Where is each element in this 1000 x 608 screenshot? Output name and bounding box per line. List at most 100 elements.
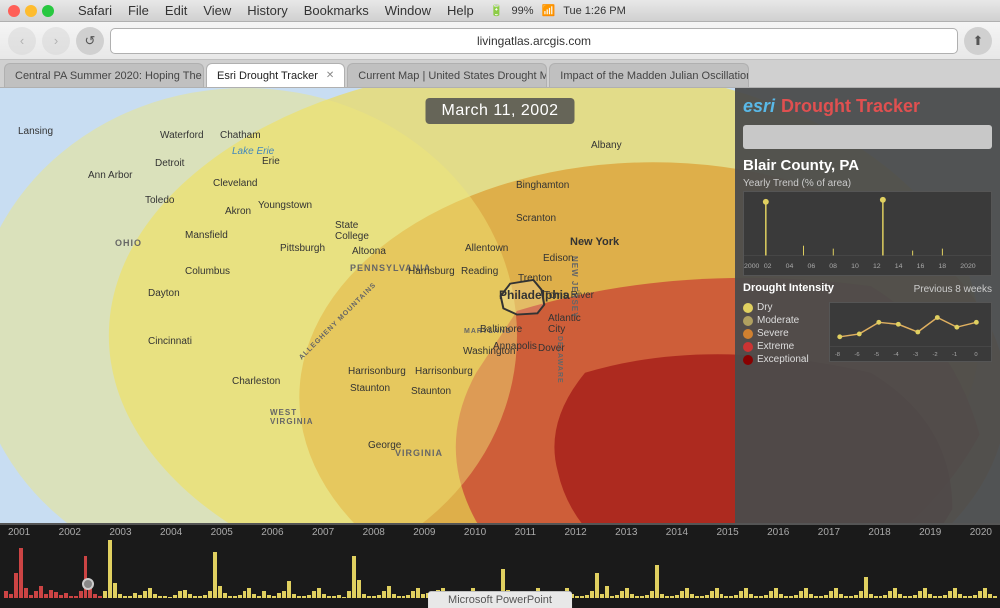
- timeline-bar-172[interactable]: [859, 591, 863, 598]
- tab-4[interactable]: Impact of the Madden Julian Oscillation …: [549, 63, 749, 87]
- timeline-bar-161[interactable]: [804, 588, 808, 598]
- timeline-bar-23[interactable]: [118, 594, 122, 598]
- timeline-bar-187[interactable]: [933, 596, 937, 599]
- timeline-bar-52[interactable]: [262, 591, 266, 599]
- timeline-bar-32[interactable]: [163, 596, 167, 598]
- reload-button[interactable]: ↺: [76, 27, 104, 55]
- timeline-bar-168[interactable]: [839, 594, 843, 598]
- timeline-bar-196[interactable]: [978, 591, 982, 598]
- menu-history[interactable]: History: [247, 3, 287, 18]
- forward-button[interactable]: ›: [42, 27, 70, 55]
- timeline-bar-182[interactable]: [908, 596, 912, 598]
- timeline-bar-25[interactable]: [128, 596, 132, 598]
- timeline-bar-30[interactable]: [153, 594, 157, 598]
- search-input[interactable]: [743, 125, 992, 149]
- timeline-bar-76[interactable]: [382, 591, 386, 598]
- timeline-bar-154[interactable]: [769, 591, 773, 598]
- timeline-bar-116[interactable]: [580, 596, 584, 598]
- menu-safari[interactable]: Safari: [78, 3, 112, 18]
- timeline-bar-70[interactable]: [352, 556, 356, 598]
- timeline-bar-130[interactable]: [650, 591, 654, 598]
- timeline-bar-29[interactable]: [148, 588, 152, 598]
- timeline-bar-21[interactable]: [108, 540, 112, 598]
- timeline-bar-142[interactable]: [710, 591, 714, 598]
- tab-2[interactable]: Esri Drought Tracker ✕: [206, 63, 345, 87]
- timeline-bar-83[interactable]: [416, 588, 420, 598]
- timeline-bar-49[interactable]: [247, 588, 251, 598]
- timeline-bar-183[interactable]: [913, 595, 917, 598]
- timeline-bar-159[interactable]: [794, 595, 798, 598]
- mac-traffic-lights[interactable]: [8, 5, 54, 17]
- timeline-bar-12[interactable]: [64, 593, 68, 598]
- timeline-bar-132[interactable]: [660, 594, 664, 598]
- timeline-bar-134[interactable]: [670, 596, 674, 598]
- timeline-bar-147[interactable]: [734, 595, 738, 598]
- timeline-bar-80[interactable]: [402, 596, 406, 598]
- timeline-bar-40[interactable]: [203, 595, 207, 598]
- timeline-bar-15[interactable]: [79, 591, 83, 598]
- timeline-bar-34[interactable]: [173, 595, 177, 598]
- timeline-bar-173[interactable]: [864, 577, 868, 598]
- url-bar[interactable]: livingatlas.arcgis.com: [110, 28, 958, 54]
- menu-file[interactable]: File: [128, 3, 149, 18]
- timeline-bar-169[interactable]: [844, 596, 848, 599]
- timeline-bar-124[interactable]: [620, 591, 624, 598]
- timeline-bar-166[interactable]: [829, 591, 833, 598]
- timeline-bar-191[interactable]: [953, 588, 957, 598]
- timeline-bar-9[interactable]: [49, 590, 53, 598]
- timeline-bar-71[interactable]: [357, 580, 361, 598]
- timeline-bar-136[interactable]: [680, 591, 684, 598]
- timeline-cursor[interactable]: [82, 578, 94, 590]
- timeline-bar-60[interactable]: [302, 596, 306, 598]
- timeline-bar-199[interactable]: [993, 596, 997, 599]
- tab-3[interactable]: Current Map | United States Drought Moni…: [347, 63, 547, 87]
- timeline-bar-82[interactable]: [411, 591, 415, 598]
- timeline-bar-37[interactable]: [188, 594, 192, 598]
- timeline-bar-155[interactable]: [774, 588, 778, 598]
- timeline-bar-157[interactable]: [784, 596, 788, 599]
- timeline-bar-75[interactable]: [377, 595, 381, 598]
- timeline-bar-190[interactable]: [948, 591, 952, 598]
- timeline-bar-0[interactable]: [4, 591, 8, 598]
- timeline-bar-39[interactable]: [198, 596, 202, 598]
- timeline-bar-179[interactable]: [893, 588, 897, 598]
- timeline-bar-120[interactable]: [600, 594, 604, 598]
- timeline-bar-63[interactable]: [317, 588, 321, 598]
- mac-menu-bar[interactable]: Safari File Edit View History Bookmarks …: [78, 3, 474, 18]
- timeline-bar-184[interactable]: [918, 591, 922, 598]
- timeline-bar-43[interactable]: [218, 586, 222, 599]
- timeline-bar-153[interactable]: [764, 595, 768, 598]
- timeline-bar-180[interactable]: [898, 594, 902, 598]
- timeline-bar-68[interactable]: [342, 597, 346, 598]
- share-button[interactable]: ⬆: [964, 27, 992, 55]
- timeline-bar-77[interactable]: [387, 586, 391, 599]
- timeline-bar-7[interactable]: [39, 586, 43, 599]
- timeline-bar-145[interactable]: [724, 596, 728, 599]
- timeline-bar-121[interactable]: [605, 586, 609, 599]
- timeline-bar-131[interactable]: [655, 565, 659, 598]
- timeline-bar-133[interactable]: [665, 596, 669, 599]
- timeline-bar-156[interactable]: [779, 594, 783, 598]
- timeline-bar-5[interactable]: [29, 595, 33, 598]
- timeline-bar-195[interactable]: [973, 595, 977, 598]
- timeline-bar-47[interactable]: [238, 595, 242, 598]
- timeline-bar-178[interactable]: [888, 591, 892, 598]
- timeline-bar-128[interactable]: [640, 596, 644, 598]
- timeline-bar-59[interactable]: [297, 596, 301, 599]
- timeline-bar-81[interactable]: [406, 595, 410, 598]
- timeline-bar-55[interactable]: [277, 593, 281, 598]
- timeline-bar-193[interactable]: [963, 596, 967, 599]
- timeline-bar-2[interactable]: [14, 573, 18, 598]
- timeline-bar-26[interactable]: [133, 593, 137, 598]
- timeline-bar-126[interactable]: [630, 594, 634, 598]
- timeline-bar-165[interactable]: [824, 595, 828, 598]
- menu-bookmarks[interactable]: Bookmarks: [304, 3, 369, 18]
- timeline-bar-143[interactable]: [715, 588, 719, 598]
- timeline-bar-194[interactable]: [968, 596, 972, 598]
- timeline-bar-79[interactable]: [397, 596, 401, 599]
- timeline-bar-135[interactable]: [675, 595, 679, 598]
- timeline-bar-35[interactable]: [178, 591, 182, 598]
- timeline-bar-164[interactable]: [819, 596, 823, 598]
- timeline-bar-14[interactable]: [74, 596, 78, 598]
- timeline-bar-65[interactable]: [327, 596, 331, 599]
